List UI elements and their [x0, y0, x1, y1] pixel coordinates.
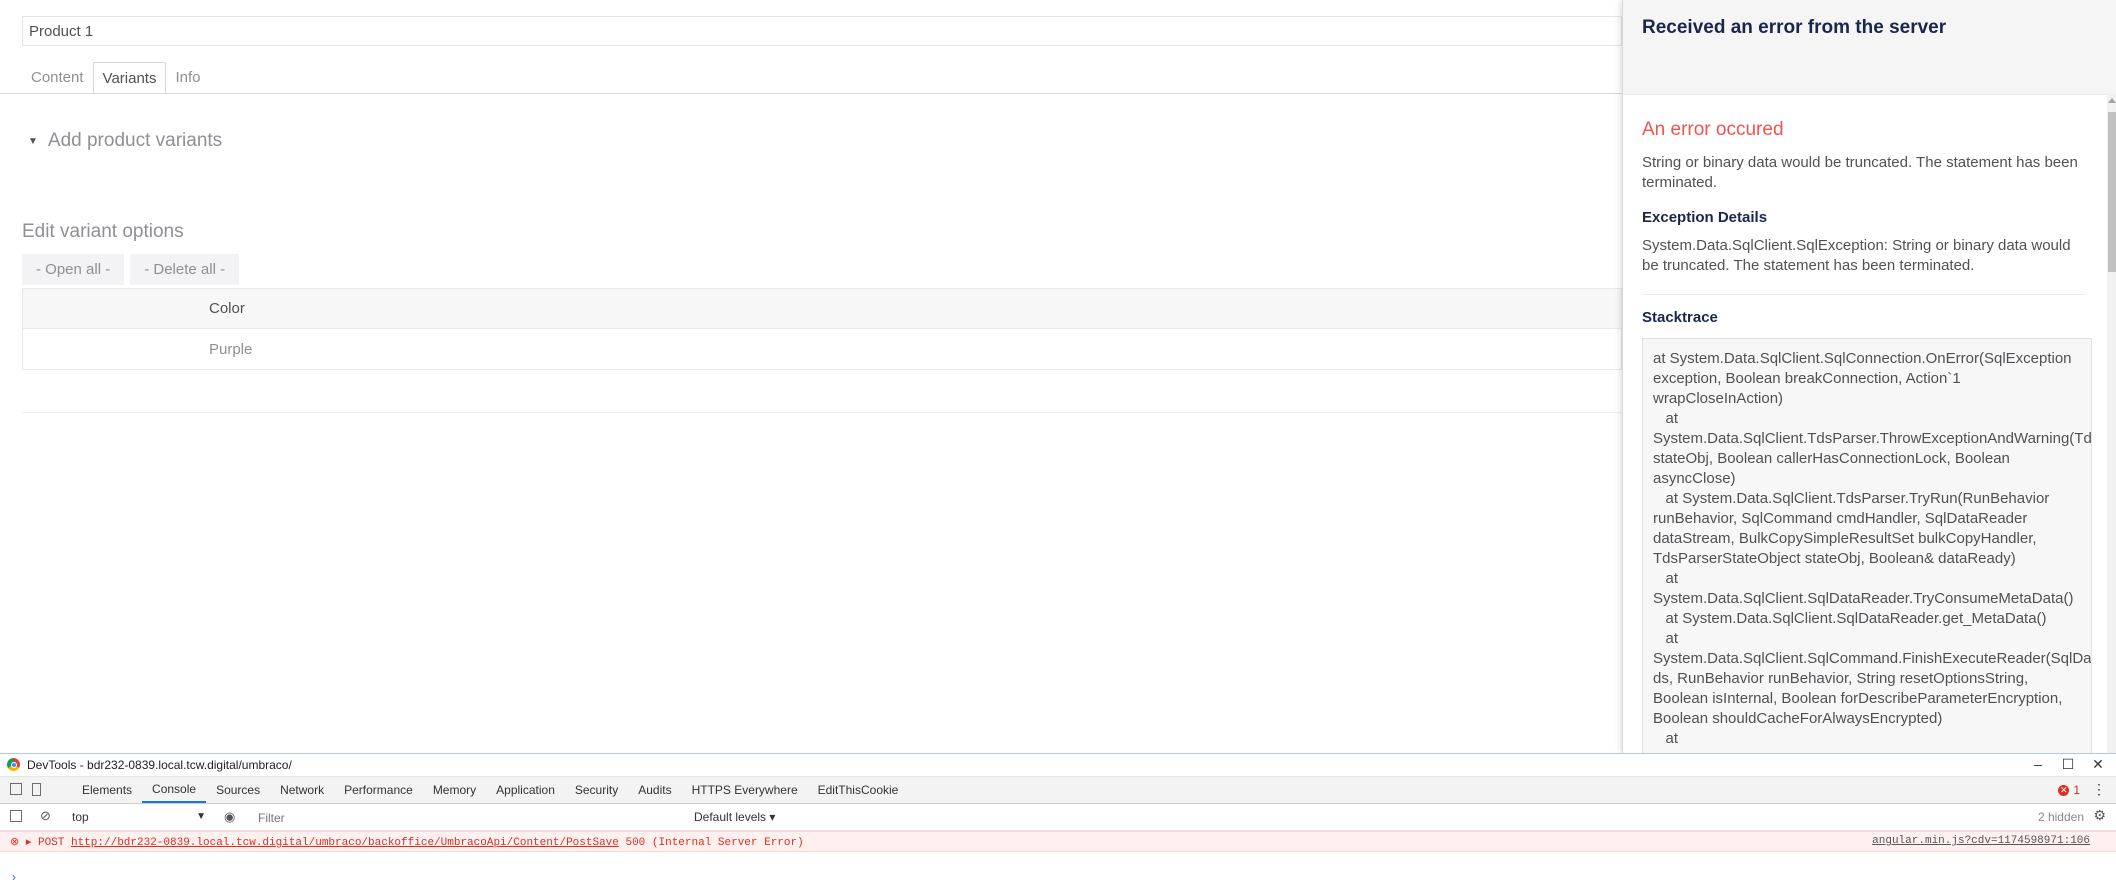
error-count: 1 [2073, 783, 2080, 797]
hidden-messages-count: 2 hidden [2037, 810, 2084, 824]
tab-editthiscookie[interactable]: EditThisCookie [808, 777, 909, 803]
delete-all-button[interactable]: - Delete all - [130, 254, 240, 285]
umbraco-backoffice: Content Variants Info ▼ Add product vari… [0, 0, 2116, 753]
table-header: Color [22, 288, 1622, 329]
request-status: 500 (Internal Server Error) [625, 837, 804, 849]
stacktrace-box[interactable]: at System.Data.SqlClient.SqlConnection.O… [1642, 338, 2092, 753]
open-all-button[interactable]: - Open all - [22, 254, 125, 285]
error-panel-header [1623, 0, 2116, 95]
devtools-titlebar: DevTools - bdr232-0839.local.tcw.digital… [0, 754, 2116, 777]
content-tabs: Content Variants Info [22, 62, 210, 94]
table-cell-color: Purple [209, 341, 253, 358]
gear-icon[interactable]: ⚙ [2093, 807, 2106, 824]
error-source-link[interactable]: angular.min.js?cdv=1174598971:106 [1872, 835, 2090, 847]
tab-console[interactable]: Console [142, 777, 207, 803]
console-toolbar: ⊘ top ▼ ◉ Default levels ▾ 2 hidden ⚙ [0, 804, 2116, 831]
request-method: POST [37, 837, 65, 849]
context-select[interactable]: top ▼ [72, 808, 206, 826]
edit-variant-options-title: Edit variant options [22, 221, 184, 242]
tab-security[interactable]: Security [565, 777, 628, 803]
scrollbar-thumb[interactable] [2108, 112, 2116, 272]
exception-details-text: System.Data.SqlClient.SqlException: Stri… [1642, 237, 2071, 274]
add-product-variants-toggle[interactable]: ▼ Add product variants [28, 130, 222, 152]
context-value: top [72, 810, 89, 824]
scroll-up-icon[interactable] [2108, 98, 2116, 103]
device-toolbar-icon[interactable] [32, 783, 41, 796]
devtools-window-title: DevTools - bdr232-0839.local.tcw.digital… [27, 758, 292, 772]
devtools-panel-tabs: Elements Console Sources Network Perform… [72, 777, 908, 803]
minimize-icon[interactable]: – [2028, 756, 2048, 772]
stacktrace-label: Stacktrace [1642, 309, 1718, 326]
tab-content[interactable]: Content [22, 62, 93, 94]
exception-details-label: Exception Details [1642, 209, 1768, 226]
maximize-icon[interactable]: ☐ [2058, 756, 2078, 773]
clear-console-icon[interactable]: ⊘ [40, 808, 51, 824]
close-icon[interactable]: ✕ [2088, 756, 2108, 773]
devtools-tabbar: Elements Console Sources Network Perform… [0, 777, 2116, 804]
error-count-badge[interactable]: ✕ 1 [2058, 783, 2080, 797]
chrome-logo-icon [7, 758, 20, 771]
tab-network[interactable]: Network [270, 777, 334, 803]
variant-table: Color Purple [22, 288, 1622, 370]
panel-scrollbar[interactable] [2107, 94, 2116, 753]
request-url-link[interactable]: http://bdr232-0839.local.tcw.digital/umb… [71, 837, 619, 849]
add-product-variants-label: Add product variants [47, 130, 223, 151]
error-panel-title: Received an error from the server [1642, 17, 1947, 38]
chevron-down-icon: ▼ [196, 811, 206, 822]
variant-actions: - Open all - - Delete all - [22, 254, 240, 285]
table-row[interactable]: Purple [22, 329, 1622, 370]
expand-arrow-icon[interactable]: ▸ [26, 837, 32, 849]
console-error-row[interactable]: ⊗ ▸ POST http://bdr232-0839.local.tcw.di… [0, 831, 2116, 852]
error-icon: ✕ [2058, 784, 2070, 796]
eye-icon[interactable]: ◉ [224, 809, 235, 825]
error-panel: Received an error from the server An err… [1622, 0, 2116, 753]
product-name-input[interactable] [22, 16, 1622, 46]
console-filter-input[interactable] [256, 808, 690, 828]
error-panel-body: An error occured String or binary data w… [1642, 119, 2092, 753]
console-prompt-icon[interactable]: › [12, 870, 16, 884]
error-message: String or binary data would be truncated… [1642, 154, 2078, 191]
error-heading: An error occured [1642, 119, 1784, 140]
tab-info[interactable]: Info [166, 62, 209, 94]
more-options-icon[interactable]: ⋮ [2092, 781, 2106, 798]
error-icon: ⊗ [10, 837, 20, 849]
log-levels-dropdown[interactable]: Default levels ▾ [694, 810, 775, 824]
tabs-divider [0, 93, 1622, 94]
log-levels-label: Default levels [694, 810, 767, 824]
divider [1642, 294, 2086, 295]
tab-elements[interactable]: Elements [72, 777, 142, 803]
tab-variants[interactable]: Variants [92, 62, 167, 94]
caret-down-icon: ▼ [28, 135, 38, 147]
devtools-window: DevTools - bdr232-0839.local.tcw.digital… [0, 753, 2116, 889]
tab-memory[interactable]: Memory [423, 777, 486, 803]
inspect-element-icon[interactable] [10, 783, 22, 795]
tab-sources[interactable]: Sources [206, 777, 270, 803]
tab-performance[interactable]: Performance [334, 777, 423, 803]
tab-application[interactable]: Application [486, 777, 565, 803]
tab-audits[interactable]: Audits [628, 777, 681, 803]
section-divider [22, 412, 1622, 413]
devtools-tool-icons [10, 783, 41, 796]
console-error-message: ⊗ ▸ POST http://bdr232-0839.local.tcw.di… [10, 835, 804, 849]
tab-https-everywhere[interactable]: HTTPS Everywhere [682, 777, 808, 803]
sidebar-toggle-icon[interactable] [10, 810, 22, 822]
column-header-color: Color [209, 300, 245, 317]
